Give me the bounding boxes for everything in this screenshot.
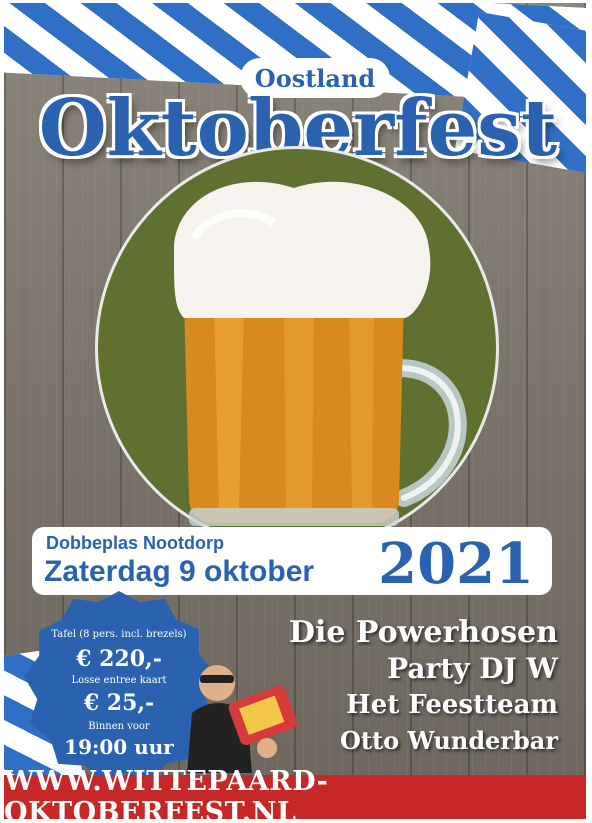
website-link[interactable]: WWW.WITTEPAARD-OKTOBERFEST.NL xyxy=(4,766,586,819)
act-item: Die Powerhosen xyxy=(288,615,558,650)
acts-list: Die Powerhosen Party DJ W Het Feestteam … xyxy=(289,615,558,759)
poster: Oostland Oktoberfest Dobbeplas Nootdorp … xyxy=(4,3,586,819)
act-item: Otto Wunderbar xyxy=(340,726,558,755)
table-label: Tafel (8 pers. incl. brezels) xyxy=(51,629,187,640)
footer-bar: WWW.WITTEPAARD-OKTOBERFEST.NL xyxy=(4,766,586,819)
act-item: Party DJ W xyxy=(387,652,558,685)
event-info-box: Dobbeplas Nootdorp Zaterdag 9 oktober 20… xyxy=(32,527,552,597)
event-location: Dobbeplas Nootdorp xyxy=(46,533,224,553)
beer-mug-icon xyxy=(174,181,467,526)
act-item: Het Feestteam xyxy=(346,690,558,720)
event-date: Zaterdag 9 oktober xyxy=(44,555,315,588)
event-year: 2021 xyxy=(378,531,534,597)
